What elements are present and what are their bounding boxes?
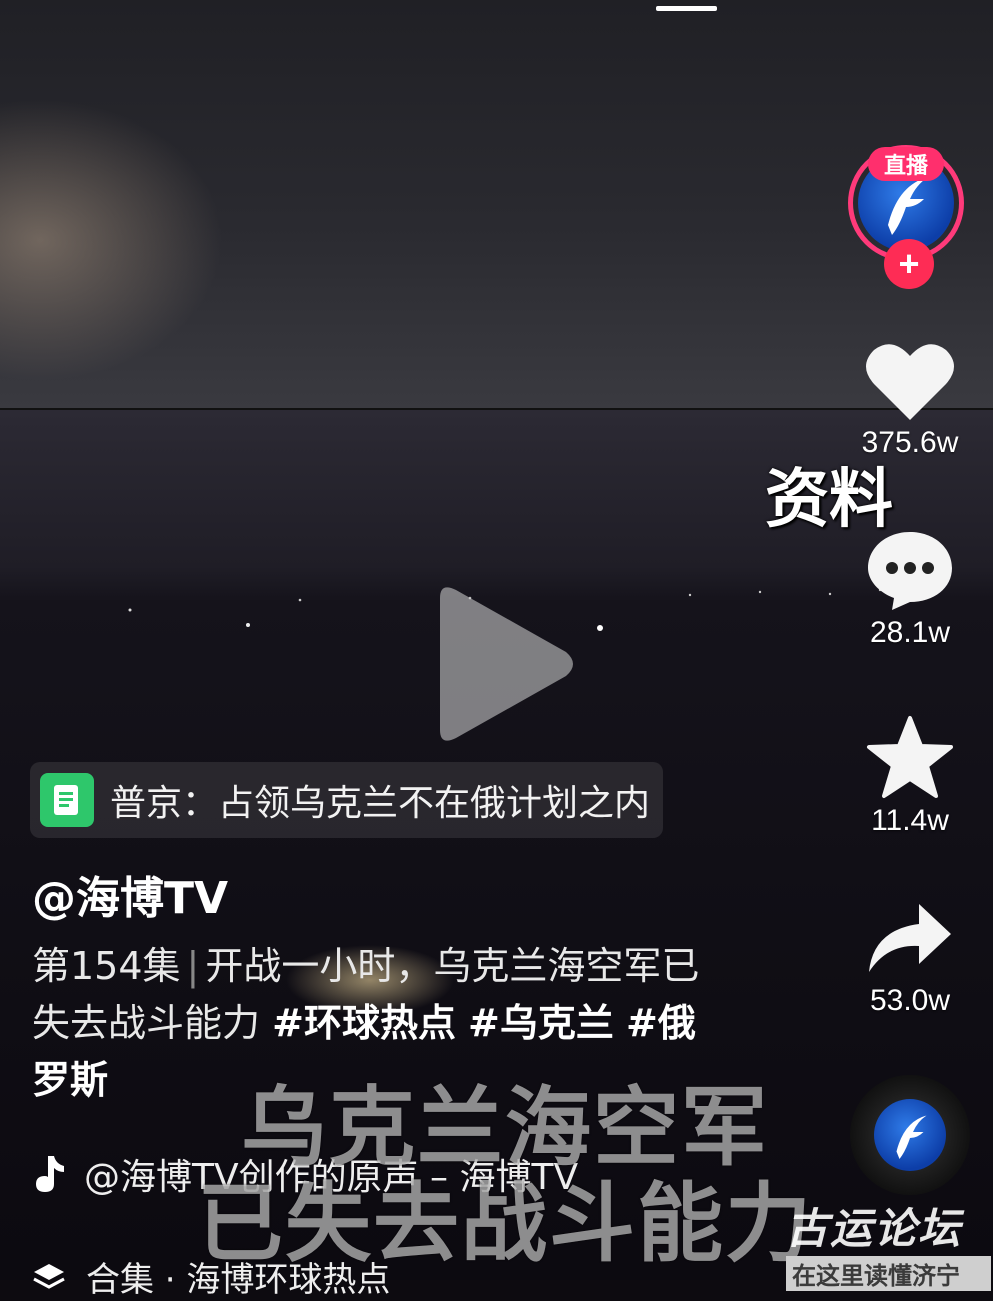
follow-button[interactable]: +: [884, 239, 934, 289]
share-button[interactable]: 53.0w: [850, 900, 970, 1018]
watermark-tagline: 在这里读懂济宁: [786, 1256, 991, 1291]
video-subtitle: 乌克兰海空军 已失去战斗能力: [175, 1080, 835, 1272]
play-icon[interactable]: [420, 578, 580, 750]
heart-icon: [866, 344, 954, 420]
music-disc-cover: [874, 1099, 946, 1171]
like-count: 375.6w: [861, 426, 959, 459]
author-avatar[interactable]: 直播 +: [848, 145, 974, 289]
favorite-count: 11.4w: [871, 804, 949, 837]
music-note-icon: [36, 1156, 64, 1192]
comment-button[interactable]: 28.1w: [850, 528, 970, 650]
subtitle-line: 乌克兰海空军: [241, 1078, 769, 1178]
live-badge: 直播: [868, 147, 944, 181]
episode-label: 第154集: [32, 944, 181, 988]
document-icon: [40, 773, 94, 827]
author-name[interactable]: @海博TV: [32, 862, 228, 926]
topic-text: 普京：占领乌克兰不在俄计划之内: [110, 783, 651, 824]
status-indicator-bar: [656, 6, 717, 11]
video-frame-upper: [0, 0, 993, 410]
star-icon: [867, 716, 953, 798]
plus-icon: +: [898, 243, 920, 284]
forum-watermark: 古运论坛 在这里读懂济宁: [786, 1195, 991, 1291]
subtitle-line: 已失去战斗能力: [197, 1174, 813, 1274]
brand-logo-icon: [896, 1115, 927, 1159]
layers-icon: [33, 1263, 65, 1289]
video-overlay-caption: 资料: [765, 463, 893, 537]
share-count: 53.0w: [869, 984, 951, 1017]
comment-count: 28.1w: [869, 616, 951, 649]
comment-icon: [868, 532, 952, 610]
share-arrow-icon: [869, 904, 951, 972]
hashtag[interactable]: #环球热点: [272, 1001, 456, 1045]
topic-chip[interactable]: 普京：占领乌克兰不在俄计划之内: [30, 762, 663, 838]
like-button[interactable]: 375.6w: [850, 340, 970, 460]
caption-divider: |: [186, 944, 200, 988]
hashtag[interactable]: #乌克兰: [468, 1001, 614, 1045]
music-disc[interactable]: [850, 1075, 970, 1195]
watermark-title: 古运论坛: [786, 1204, 963, 1253]
favorite-button[interactable]: 11.4w: [850, 714, 970, 838]
